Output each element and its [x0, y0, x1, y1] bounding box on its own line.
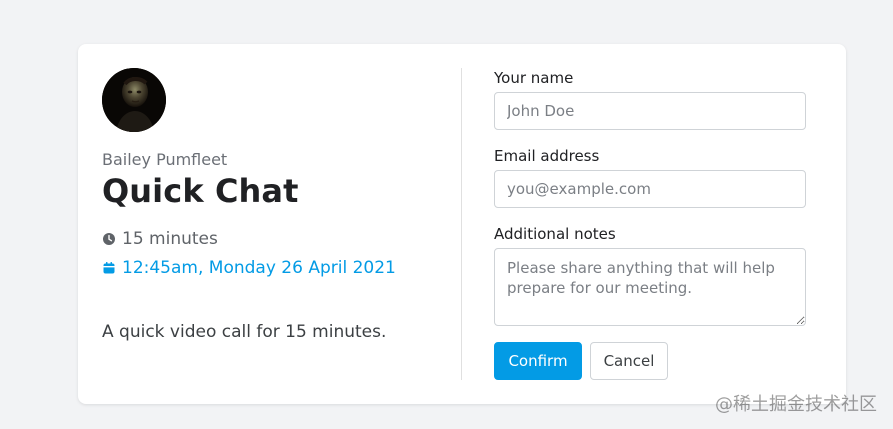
panel-divider: [461, 68, 462, 380]
event-datetime: 12:45am, Monday 26 April 2021: [102, 256, 396, 280]
booking-form: Your name Email address Additional notes…: [494, 68, 806, 380]
name-input[interactable]: [494, 92, 806, 130]
booking-card: Bailey Pumfleet Quick Chat 15 minutes 12…: [78, 44, 846, 404]
email-input[interactable]: [494, 170, 806, 208]
clock-icon: [102, 232, 116, 246]
duration-text: 15 minutes: [122, 229, 218, 249]
datetime-text: 12:45am, Monday 26 April 2021: [122, 258, 396, 278]
calendar-icon: [102, 261, 116, 275]
event-description: A quick video call for 15 minutes.: [102, 322, 387, 342]
event-duration: 15 minutes: [102, 227, 218, 251]
owner-name: Bailey Pumfleet: [102, 150, 228, 169]
avatar: [102, 68, 166, 132]
notes-label: Additional notes: [494, 225, 616, 243]
notes-textarea[interactable]: [494, 248, 806, 326]
email-label: Email address: [494, 147, 600, 165]
event-summary: Bailey Pumfleet Quick Chat 15 minutes 12…: [102, 68, 432, 380]
confirm-button[interactable]: Confirm: [494, 342, 582, 380]
watermark: @稀土掘金技术社区: [715, 394, 877, 415]
event-title: Quick Chat: [102, 172, 299, 210]
name-label: Your name: [494, 69, 574, 87]
cancel-button[interactable]: Cancel: [590, 342, 668, 380]
